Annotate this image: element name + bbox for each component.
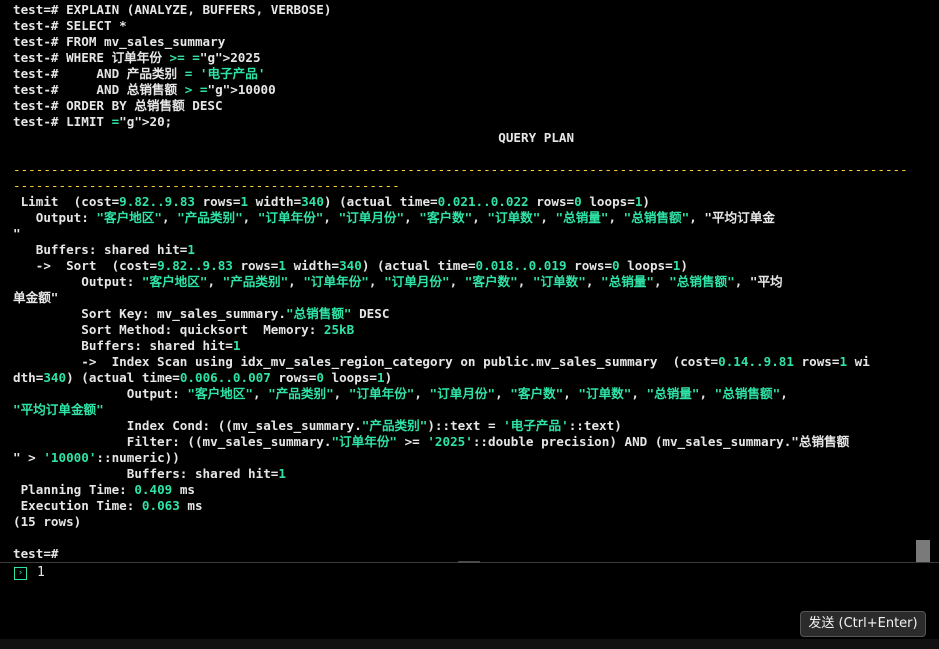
- terminal-line: 单金额": [13, 290, 59, 305]
- chevron-right-icon: ›: [14, 567, 27, 580]
- terminal-line: test-# AND 总销售额 > ="g">10000: [13, 82, 276, 97]
- terminal-line: Output: "客户地区", "产品类别", "订单年份", "订单月份", …: [13, 274, 783, 289]
- terminal-line: test-# SELECT *: [13, 18, 127, 33]
- terminal-line: Index Cond: ((mv_sales_summary."产品类别")::…: [13, 418, 622, 433]
- terminal-line: (15 rows): [13, 514, 82, 529]
- terminal-line: Output: "客户地区", "产品类别", "订单年份", "订单月份", …: [13, 210, 775, 225]
- terminal-line: test=#: [13, 546, 59, 561]
- terminal-line: Buffers: shared hit=1: [13, 338, 241, 353]
- terminal-line: test-# FROM mv_sales_summary: [13, 34, 226, 49]
- terminal-line: Buffers: shared hit=1: [13, 242, 195, 257]
- terminal-line: test-# ORDER BY 总销售额 DESC: [13, 98, 223, 113]
- terminal-line: Buffers: shared hit=1: [13, 466, 286, 481]
- query-input[interactable]: 1: [37, 565, 45, 581]
- terminal-line: Sort Key: mv_sales_summary."总销售额" DESC: [13, 306, 390, 321]
- terminal-line: ": [13, 226, 21, 241]
- query-input-area[interactable]: [0, 563, 939, 639]
- terminal-line: Sort Method: quicksort Memory: 25kB: [13, 322, 355, 337]
- terminal-line: Output: "客户地区", "产品类别", "订单年份", "订单月份", …: [13, 386, 788, 401]
- terminal-line: QUERY PLAN: [13, 130, 575, 145]
- status-bar: [0, 639, 939, 649]
- terminal-line: Planning Time: 0.409 ms: [13, 482, 195, 497]
- terminal-line: Limit (cost=9.82..9.83 rows=1 width=340)…: [13, 194, 650, 209]
- terminal-line: Execution Time: 0.063 ms: [13, 498, 203, 513]
- terminal-line: ----------------------------------------…: [13, 178, 400, 193]
- terminal-line: test=# EXPLAIN (ANALYZE, BUFFERS, VERBOS…: [13, 2, 332, 17]
- terminal-line: dth=340) (actual time=0.006..0.007 rows=…: [13, 370, 393, 385]
- terminal-line: test-# AND 产品类别 = '电子产品': [13, 66, 266, 81]
- terminal-output: test=# EXPLAIN (ANALYZE, BUFFERS, VERBOS…: [0, 0, 939, 562]
- terminal-line: Filter: ((mv_sales_summary."订单年份" >= '20…: [13, 434, 850, 449]
- terminal-line: " > '10000'::numeric)): [13, 450, 180, 465]
- terminal-line: -> Index Scan using idx_mv_sales_region_…: [13, 354, 870, 369]
- terminal-line: test-# WHERE 订单年份 >= ="g">2025: [13, 50, 261, 65]
- terminal-line: "平均订单金额": [13, 402, 104, 417]
- terminal-scrollbar-thumb[interactable]: [916, 540, 930, 562]
- terminal-line: ----------------------------------------…: [13, 162, 908, 177]
- send-button[interactable]: 发送 (Ctrl+Enter): [800, 611, 926, 637]
- terminal-line: -> Sort (cost=9.82..9.83 rows=1 width=34…: [13, 258, 688, 273]
- terminal-line: test-# LIMIT ="g">20;: [13, 114, 173, 129]
